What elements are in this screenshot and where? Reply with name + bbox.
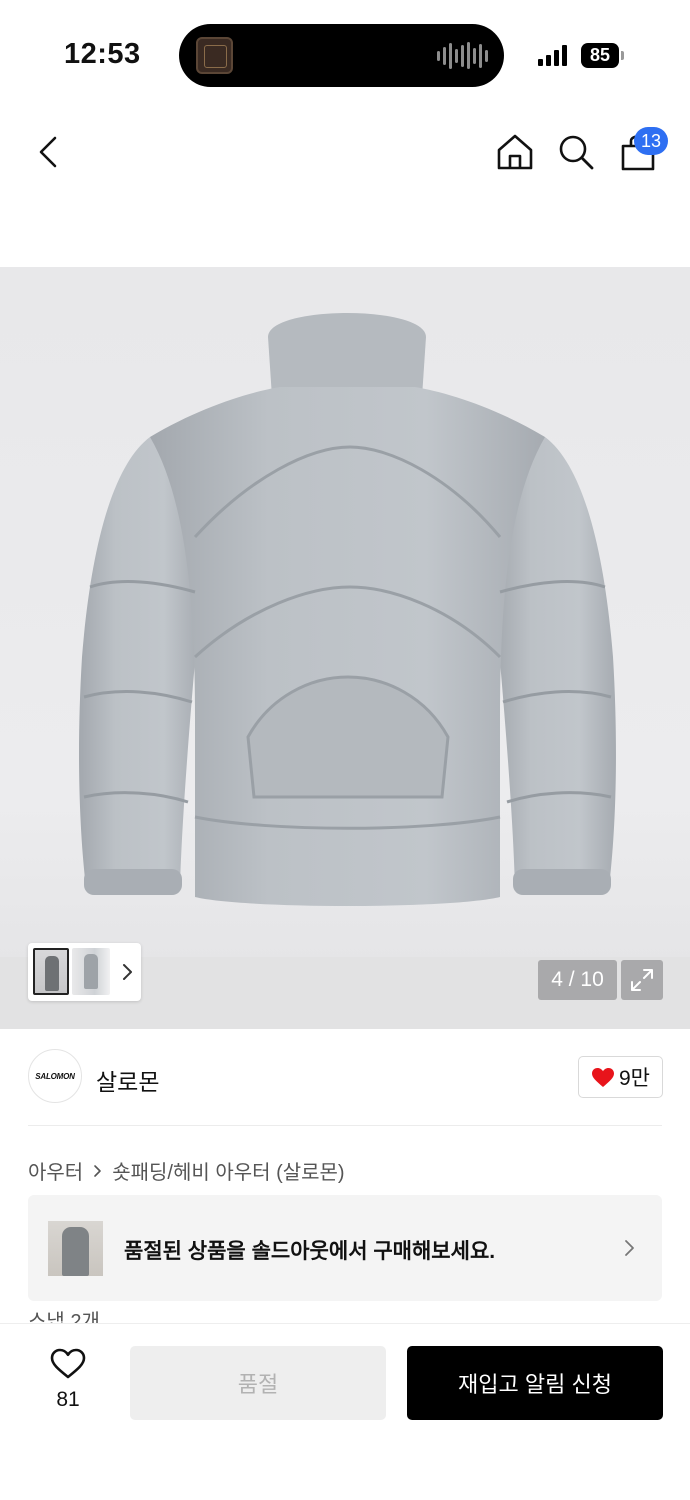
brand-like-count: 9만: [619, 1067, 650, 1090]
cart-count-badge: 13: [634, 127, 668, 155]
product-image[interactable]: [0, 267, 690, 1029]
soldout-button[interactable]: 품절: [130, 1346, 386, 1420]
section-divider: [28, 1125, 662, 1126]
brand-name[interactable]: 살로몬: [96, 1063, 159, 1097]
breadcrumb-item-outer[interactable]: 아우터: [28, 1156, 83, 1185]
restock-alert-button[interactable]: 재입고 알림 신청: [407, 1346, 663, 1420]
chevron-right-icon: [625, 1240, 634, 1256]
breadcrumb: 아우터 숏패딩/헤비 아우터 (살로몬): [28, 1156, 345, 1185]
thumbnail-1[interactable]: [33, 948, 69, 995]
dynamic-island: [179, 24, 504, 87]
brand-like-button[interactable]: 9만: [578, 1056, 663, 1098]
cellular-signal-icon: [538, 44, 567, 66]
now-playing-artwork: [196, 37, 233, 74]
battery-tip: [621, 51, 624, 60]
wishlist-button[interactable]: 81: [44, 1348, 92, 1420]
chevron-left-icon: [39, 136, 57, 168]
soldout-banner[interactable]: 품절된 상품을 솔드아웃에서 구매해보세요.: [28, 1195, 662, 1301]
search-icon: [559, 135, 594, 170]
chevron-right-icon[interactable]: [120, 963, 134, 981]
expand-icon: [631, 969, 653, 991]
battery-indicator: 85: [581, 43, 619, 68]
audio-waveform-icon: [437, 42, 488, 69]
thumbnail-2[interactable]: [72, 948, 110, 995]
expand-image-button[interactable]: [621, 960, 663, 1000]
back-button[interactable]: [26, 130, 70, 174]
thumbnail-figure: [45, 956, 59, 991]
search-button[interactable]: [554, 130, 598, 174]
heart-outline-icon: [50, 1348, 86, 1379]
home-icon: [497, 134, 533, 170]
jacket-image: [79, 313, 616, 906]
top-nav: [0, 110, 690, 200]
brand-logo-text: SALOMON: [35, 1071, 75, 1081]
status-time: 12:53: [64, 38, 141, 70]
heart-filled-icon: [592, 1067, 614, 1087]
breadcrumb-item-category[interactable]: 숏패딩/헤비 아우터 (살로몬): [112, 1156, 344, 1185]
image-page-counter: 4 / 10: [538, 960, 617, 1000]
wishlist-count: 81: [56, 1388, 80, 1411]
banner-text: 품절된 상품을 솔드아웃에서 구매해보세요.: [124, 1240, 496, 1263]
snap-count-label: 스냅 2개: [28, 1311, 100, 1324]
banner-product-thumbnail: [48, 1221, 103, 1276]
home-button[interactable]: [493, 130, 537, 174]
brand-logo[interactable]: SALOMON: [28, 1049, 82, 1103]
thumbnail-figure: [62, 1227, 89, 1276]
thumbnail-figure: [84, 954, 98, 989]
chevron-right-icon: [94, 1164, 102, 1177]
status-bar: 12:53 85: [0, 0, 690, 110]
